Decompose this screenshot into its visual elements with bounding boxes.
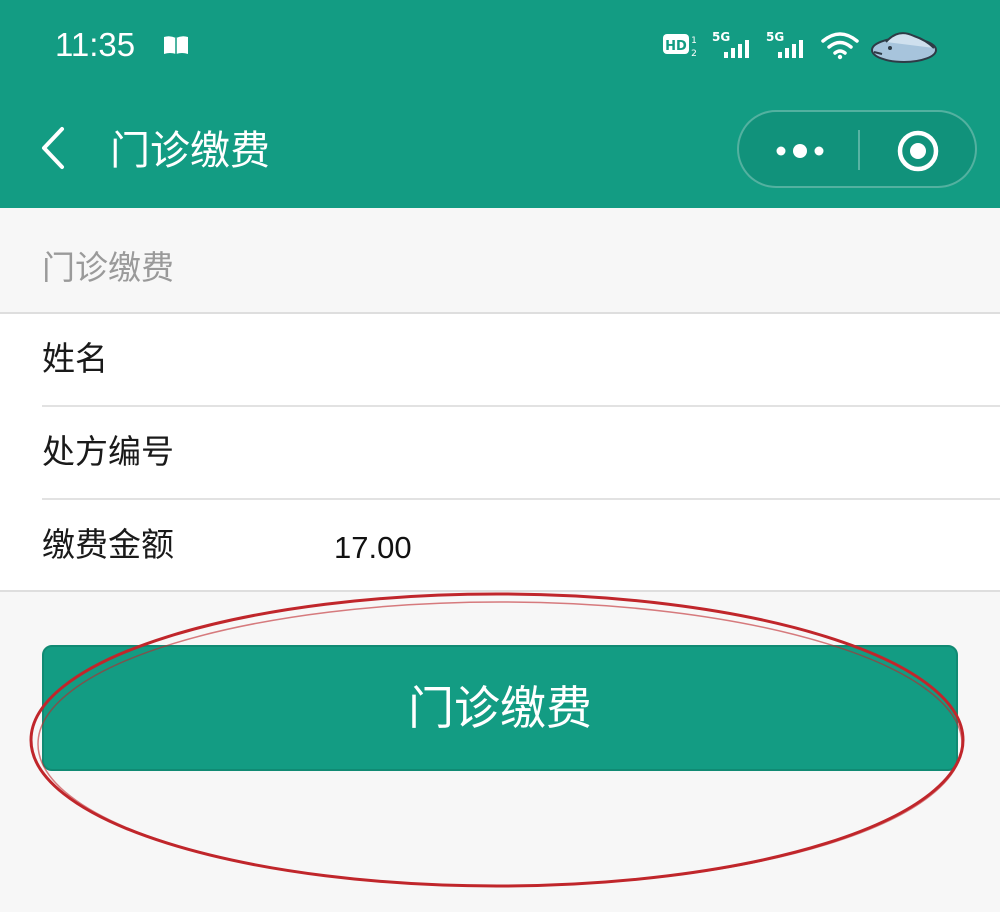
prescription-number-label: 处方编号 (42, 432, 174, 471)
svg-text:HD: HD (665, 39, 687, 54)
status-bar: 11:35 HD 1 2 5G 5G (0, 0, 1000, 95)
payment-amount-row[interactable]: 缴费金额 17.00 (0, 500, 1000, 593)
mini-program-capsule (737, 110, 977, 188)
more-dots-icon[interactable] (767, 134, 833, 168)
pay-button[interactable]: 门诊缴费 (42, 645, 958, 771)
wifi-icon (821, 32, 859, 60)
payment-amount-label: 缴费金额 (42, 525, 174, 564)
hd-icon: HD 1 2 (663, 34, 697, 59)
status-time: 11:35 (55, 26, 136, 63)
signal-5g-icon: 5G (766, 30, 803, 58)
svg-text:1: 1 (691, 36, 697, 46)
chevron-left-icon[interactable] (34, 123, 74, 173)
svg-text:5G: 5G (712, 30, 730, 44)
signal-5g-icon: 5G (712, 30, 749, 58)
capsule-divider (858, 130, 860, 170)
payment-amount-value: 17.00 (334, 530, 412, 565)
svg-text:2: 2 (691, 49, 697, 59)
app-header: 11:35 HD 1 2 5G 5G 门诊缴费 (0, 0, 1000, 208)
svg-text:5G: 5G (766, 30, 784, 44)
seal-icon (871, 32, 937, 63)
section-title: 门诊缴费 (42, 248, 174, 287)
prescription-number-row[interactable]: 处方编号 (0, 407, 1000, 500)
name-row[interactable]: 姓名 (0, 314, 1000, 407)
name-label: 姓名 (42, 339, 108, 378)
book-icon (164, 36, 188, 54)
target-close-icon[interactable] (895, 128, 941, 174)
payment-form: 姓名 处方编号 缴费金额 17.00 (0, 312, 1000, 592)
navigation-bar: 门诊缴费 (0, 95, 1000, 208)
page-title: 门诊缴费 (110, 128, 270, 174)
